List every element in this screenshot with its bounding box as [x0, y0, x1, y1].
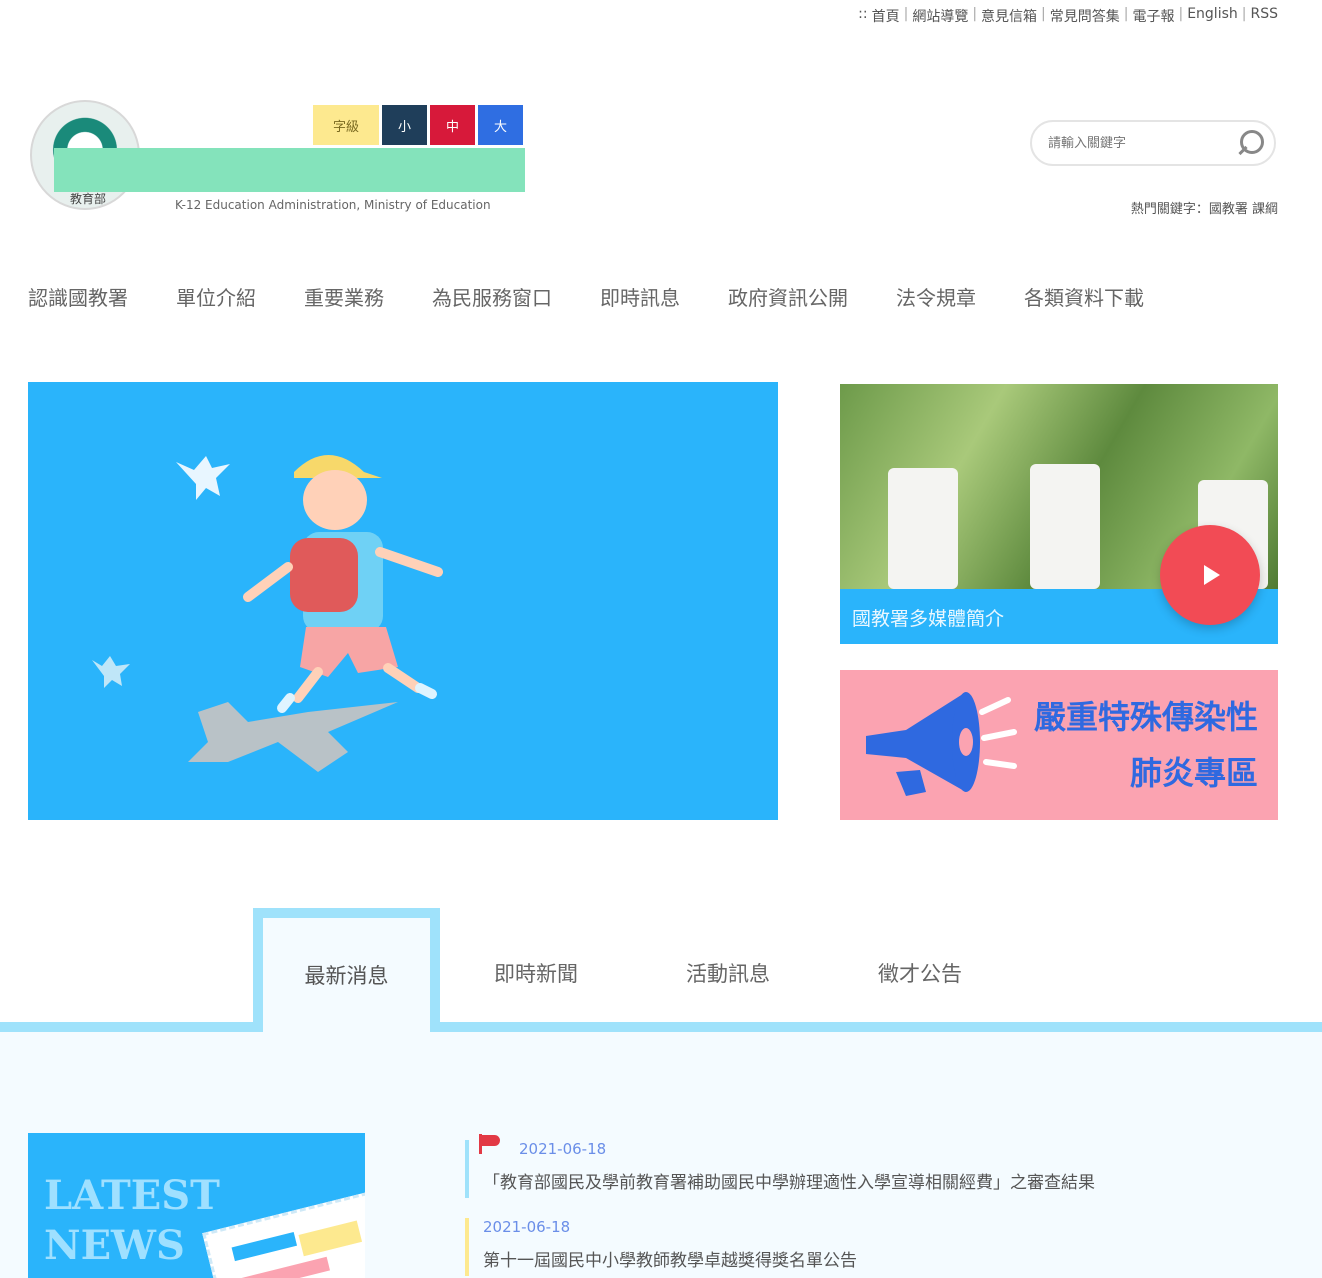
org-name-redacted-block — [54, 148, 525, 192]
student-figure — [1030, 464, 1100, 589]
search-box — [1030, 120, 1276, 166]
tab-instant-news[interactable]: 即時新聞 — [494, 958, 578, 988]
news-date: 2021-06-18 — [519, 1140, 607, 1158]
font-size-small-button[interactable]: 小 — [382, 105, 427, 145]
utility-bar: :: 首頁 | 網站導覽 | 意見信箱 | 常見問答集 | 電子報 | English | … — [858, 6, 1278, 26]
logo-caption: 教育部 — [70, 192, 107, 206]
news-title-link[interactable]: 「教育部國民及學前教育署補助國民中學辦理適性入學宣導相關經費」之審查結果 — [483, 1168, 1095, 1193]
news-date: 2021-06-18 — [483, 1218, 571, 1236]
tab-latest-news[interactable]: 最新消息 — [253, 908, 440, 1032]
epidemic-title-line2: 肺炎專區 — [1129, 754, 1258, 792]
nav-item-units[interactable]: 單位介紹 — [176, 282, 256, 311]
separator: | — [1041, 6, 1046, 22]
epidemic-banner[interactable]: 嚴重特殊傳染性 肺炎專區 — [840, 670, 1278, 820]
rss-link[interactable]: RSS — [1250, 6, 1278, 26]
running-child-illustration — [92, 455, 443, 772]
separator: | — [1241, 6, 1247, 22]
latest-news-heading: LATEST NEWS — [44, 1171, 220, 1271]
search-input[interactable] — [1048, 135, 1218, 151]
epidemic-title-line1: 嚴重特殊傳染性 — [1033, 698, 1258, 736]
nav-item-news[interactable]: 即時訊息 — [600, 282, 680, 311]
separator: | — [903, 6, 909, 22]
newspaper-icon — [202, 1192, 365, 1278]
font-size-switcher: 字級 小 中 大 — [313, 105, 523, 145]
nav-item-open-info[interactable]: 政府資訊公開 — [728, 282, 848, 311]
student-figure — [888, 468, 958, 589]
news-item-bar — [465, 1218, 469, 1276]
org-name-english: K-12 Education Administration, Ministry … — [175, 198, 491, 212]
nav-item-service[interactable]: 為民服務窗口 — [432, 282, 552, 311]
newsletter-link[interactable]: 電子報 — [1132, 6, 1174, 26]
faq-link[interactable]: 常見問答集 — [1050, 6, 1120, 26]
font-size-large-button[interactable]: 大 — [478, 105, 523, 145]
play-icon[interactable] — [1160, 525, 1260, 625]
latest-news-heading-line1: LATEST — [44, 1172, 220, 1219]
nav-item-downloads[interactable]: 各類資料下載 — [1024, 282, 1144, 311]
home-link[interactable]: 首頁 — [872, 6, 900, 26]
pinned-flag-icon — [479, 1134, 501, 1154]
tab-recruitment[interactable]: 徵才公告 — [878, 958, 962, 988]
nav-item-regulations[interactable]: 法令規章 — [896, 282, 976, 311]
sitemap-link[interactable]: 網站導覽 — [912, 6, 968, 26]
search-icon[interactable] — [1232, 128, 1264, 160]
separator: | — [1123, 6, 1129, 22]
main-nav: 認識國教署 單位介紹 重要業務 為民服務窗口 即時訊息 政府資訊公開 法令規章 … — [28, 282, 1144, 311]
font-size-medium-button[interactable]: 中 — [430, 105, 475, 145]
tab-underline — [0, 1022, 1322, 1032]
font-size-label: 字級 — [313, 105, 379, 145]
separator: | — [972, 6, 978, 22]
feedback-link[interactable]: 意見信箱 — [981, 6, 1037, 26]
nav-item-business[interactable]: 重要業務 — [304, 282, 384, 311]
news-title-link[interactable]: 第十一屆國民中小學教師教學卓越獎得獎名單公告 — [483, 1246, 857, 1271]
nav-item-about[interactable]: 認識國教署 — [28, 282, 128, 311]
latest-news-graphic: LATEST NEWS — [28, 1133, 365, 1278]
separator: | — [1178, 6, 1184, 22]
tab-events[interactable]: 活動訊息 — [686, 958, 770, 988]
accesskey-link[interactable]: :: — [858, 6, 867, 26]
hot-keywords[interactable]: 熱門關鍵字：國教署 課綱 — [1131, 198, 1278, 217]
english-link[interactable]: English — [1187, 6, 1238, 26]
megaphone-icon — [866, 692, 1017, 796]
news-item-bar — [465, 1140, 469, 1198]
latest-news-heading-line2: NEWS — [44, 1222, 185, 1269]
hero-banner[interactable] — [28, 382, 778, 820]
